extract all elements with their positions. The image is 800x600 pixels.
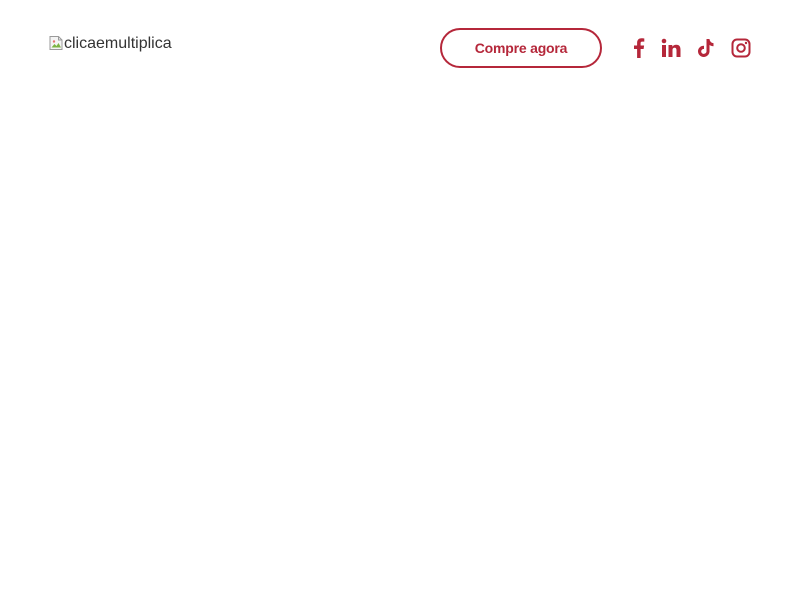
logo-link[interactable]: clicaemultiplica: [48, 32, 172, 56]
page-content-area: [0, 96, 800, 600]
linkedin-link[interactable]: [660, 36, 682, 60]
linkedin-icon: [661, 38, 681, 57]
site-header: clicaemultiplica Compre agora: [0, 0, 800, 96]
logo-alt-text: clicaemultiplica: [64, 35, 172, 52]
facebook-link[interactable]: [630, 36, 648, 60]
buy-now-button[interactable]: Compre agora: [440, 28, 602, 68]
instagram-link[interactable]: [730, 36, 752, 60]
instagram-icon: [731, 38, 751, 58]
tiktok-icon: [698, 39, 714, 57]
broken-image-icon: [49, 36, 63, 50]
tiktok-link[interactable]: [695, 36, 717, 60]
facebook-icon: [634, 38, 645, 58]
